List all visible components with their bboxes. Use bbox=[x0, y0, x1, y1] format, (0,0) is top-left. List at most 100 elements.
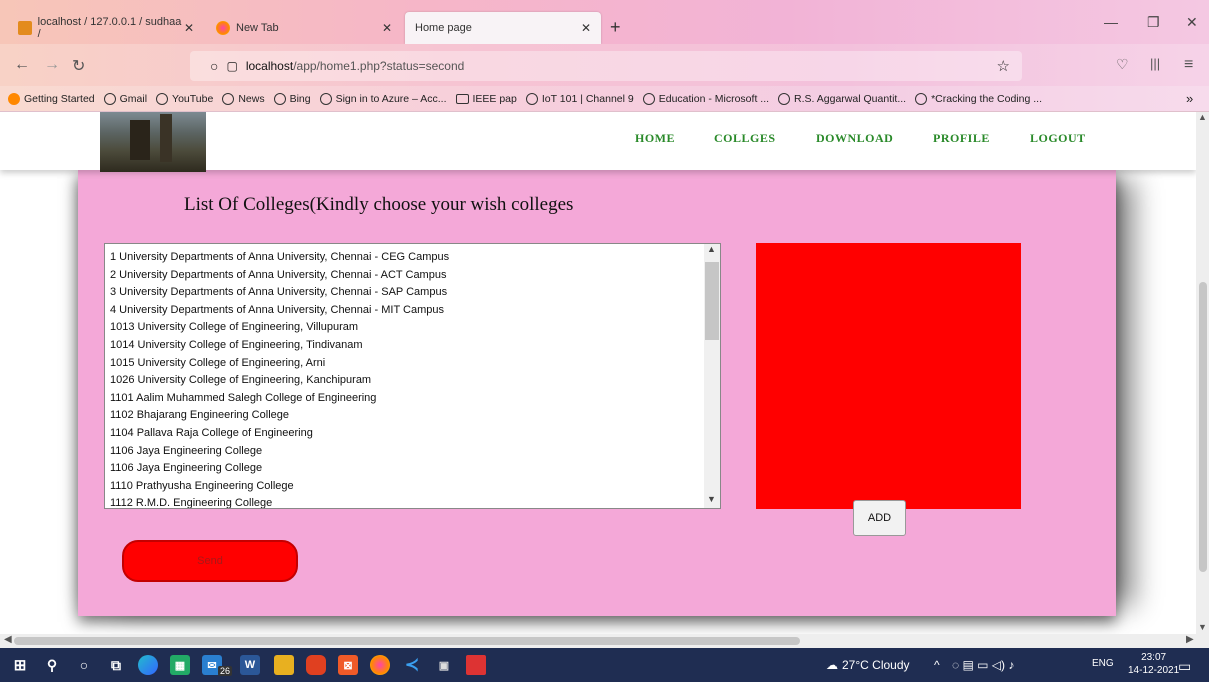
menu-profile[interactable]: PROFILE bbox=[933, 131, 990, 146]
back-icon[interactable]: ← bbox=[14, 56, 30, 74]
menu-logout[interactable]: LOGOUT bbox=[1030, 131, 1086, 146]
list-item[interactable]: 2 University Departments of Anna Univers… bbox=[110, 267, 705, 285]
tray-icons[interactable]: ◌ ▤ ▭ ◁) ♪ bbox=[952, 658, 1014, 672]
bookmarks-bar: Getting Started Gmail YouTube News Bing … bbox=[0, 86, 1209, 112]
page-viewport: HOME COLLGES DOWNLOAD PROFILE LOGOUT Lis… bbox=[0, 112, 1196, 634]
word-icon[interactable]: W bbox=[240, 655, 260, 675]
list-item[interactable]: 1110 Prathyusha Engineering College bbox=[110, 478, 705, 496]
weather-text[interactable]: 27°C Cloudy bbox=[842, 658, 910, 672]
tab-label: New Tab bbox=[236, 22, 279, 34]
chevron-right-icon[interactable]: » bbox=[1186, 91, 1193, 106]
restore-icon[interactable]: ❐ bbox=[1147, 14, 1160, 31]
brave-icon[interactable] bbox=[306, 655, 326, 675]
notification-icon[interactable]: ▭ bbox=[1178, 658, 1191, 675]
globe-icon bbox=[778, 92, 791, 105]
bookmark-education[interactable]: Education - Microsoft ... bbox=[642, 92, 769, 105]
list-item[interactable]: 1 University Departments of Anna Univers… bbox=[110, 249, 705, 267]
tab-home-page[interactable]: Home page ✕ bbox=[405, 12, 601, 44]
edge-icon[interactable] bbox=[138, 655, 158, 675]
close-icon[interactable]: ✕ bbox=[581, 21, 591, 35]
college-listbox[interactable]: 1 University Departments of Anna Univers… bbox=[104, 243, 721, 509]
site-header: HOME COLLGES DOWNLOAD PROFILE LOGOUT bbox=[0, 112, 1196, 172]
xampp-icon[interactable]: ⊠ bbox=[338, 655, 358, 675]
language-indicator[interactable]: ENG bbox=[1092, 658, 1114, 669]
bookmark-bing[interactable]: Bing bbox=[273, 92, 311, 105]
page-hscroll-thumb[interactable] bbox=[14, 637, 800, 645]
list-item[interactable]: 1102 Bhajarang Engineering College bbox=[110, 407, 705, 425]
bookmark-iot[interactable]: IoT 101 | Channel 9 bbox=[525, 92, 634, 105]
menu-icon[interactable]: ≡ bbox=[1184, 56, 1193, 74]
bookmark-getting-started[interactable]: Getting Started bbox=[8, 92, 95, 105]
minimize-icon[interactable]: — bbox=[1104, 14, 1118, 30]
library-icon[interactable]: ||| bbox=[1150, 56, 1160, 71]
menu-download[interactable]: DOWNLOAD bbox=[816, 131, 893, 146]
tab-label: localhost / 127.0.0.1 / sudhaa / bbox=[37, 16, 182, 40]
vscode-icon[interactable]: ≺ bbox=[402, 655, 422, 675]
store-icon[interactable]: ▦ bbox=[170, 655, 190, 675]
send-button[interactable]: Send bbox=[122, 540, 298, 582]
network-share-icon[interactable]: ▣ bbox=[434, 655, 454, 675]
window-close-icon[interactable]: ✕ bbox=[1186, 14, 1198, 31]
list-item[interactable]: 1013 University College of Engineering, … bbox=[110, 319, 705, 337]
chevron-up-icon[interactable]: ▲ bbox=[707, 244, 716, 254]
close-icon[interactable]: ✕ bbox=[382, 21, 392, 35]
selected-colleges-box bbox=[756, 243, 1021, 509]
page-horizontal-scrollbar[interactable]: ◀ ▶ bbox=[0, 634, 1209, 648]
cortana-icon[interactable]: ○ bbox=[74, 655, 94, 675]
clock[interactable]: 23:07 14-12-2021 bbox=[1128, 651, 1179, 677]
add-button[interactable]: ADD bbox=[853, 500, 906, 536]
new-tab-icon[interactable]: + bbox=[610, 17, 621, 38]
bookmark-cracking[interactable]: *Cracking the Coding ... bbox=[915, 92, 1042, 105]
list-item[interactable]: 4 University Departments of Anna Univers… bbox=[110, 302, 705, 320]
bookmark-azure[interactable]: Sign in to Azure – Acc... bbox=[319, 92, 447, 105]
tab-phpmyadmin[interactable]: localhost / 127.0.0.1 / sudhaa / ✕ bbox=[8, 13, 204, 43]
tab-new-tab[interactable]: New Tab ✕ bbox=[206, 13, 402, 43]
app-icon[interactable] bbox=[466, 655, 486, 675]
list-item[interactable]: 3 University Departments of Anna Univers… bbox=[110, 284, 705, 302]
bookmark-ieee[interactable]: IEEE pap bbox=[455, 93, 517, 105]
chevron-up-icon[interactable]: ▲ bbox=[1198, 112, 1207, 122]
bookmark-youtube[interactable]: YouTube bbox=[156, 92, 214, 105]
reload-icon[interactable]: ↻ bbox=[72, 56, 85, 76]
firefox-icon[interactable] bbox=[370, 655, 390, 675]
forward-icon[interactable]: → bbox=[44, 56, 60, 74]
bookmark-news[interactable]: News bbox=[222, 92, 265, 105]
pocket-icon[interactable]: ♡ bbox=[1116, 56, 1129, 73]
menu-colleges[interactable]: COLLGES bbox=[714, 131, 776, 146]
bookmark-aggarwal[interactable]: R.S. Aggarwal Quantit... bbox=[778, 92, 906, 105]
listbox-scroll-thumb[interactable] bbox=[705, 262, 719, 340]
bookmark-gmail[interactable]: Gmail bbox=[103, 92, 148, 105]
list-item[interactable]: 1104 Pallava Raja College of Engineering bbox=[110, 425, 705, 443]
folder-icon bbox=[455, 93, 469, 104]
list-item[interactable]: 1015 University College of Engineering, … bbox=[110, 355, 705, 373]
list-item[interactable]: 1101 Aalim Muhammed Salegh College of En… bbox=[110, 390, 705, 408]
page-vertical-scrollbar[interactable]: ▲ ▼ bbox=[1196, 112, 1209, 634]
college-list: 1 University Departments of Anna Univers… bbox=[105, 244, 705, 508]
search-icon[interactable]: ⚲ bbox=[42, 655, 62, 675]
star-icon[interactable]: ☆ bbox=[997, 57, 1010, 75]
page-scroll-thumb[interactable] bbox=[1199, 282, 1207, 572]
chevron-down-icon[interactable]: ▼ bbox=[707, 494, 716, 504]
mail-badge: 26 bbox=[218, 666, 233, 676]
bookmark-label: YouTube bbox=[172, 92, 214, 105]
bookmark-label: Getting Started bbox=[24, 92, 95, 105]
bookmark-label: Gmail bbox=[119, 92, 148, 105]
url-host: localhost bbox=[245, 59, 294, 73]
globe-icon bbox=[915, 92, 928, 105]
windows-start-icon[interactable]: ⊞ bbox=[10, 655, 30, 675]
close-icon[interactable]: ✕ bbox=[184, 21, 194, 35]
listbox-scrollbar[interactable]: ▲ ▼ bbox=[704, 244, 720, 508]
list-item[interactable]: 1106 Jaya Engineering College bbox=[110, 443, 705, 461]
list-item[interactable]: 1014 University College of Engineering, … bbox=[110, 337, 705, 355]
chevron-left-icon[interactable]: ◀ bbox=[4, 634, 12, 645]
chevron-right-icon[interactable]: ▶ bbox=[1186, 634, 1194, 645]
menu-home[interactable]: HOME bbox=[635, 131, 675, 146]
chevron-up-icon[interactable]: ^ bbox=[934, 658, 940, 672]
list-item[interactable]: 1106 Jaya Engineering College bbox=[110, 460, 705, 478]
task-view-icon[interactable]: ⧉ bbox=[106, 655, 126, 675]
list-item[interactable]: 1112 R.M.D. Engineering College bbox=[110, 495, 705, 508]
chevron-down-icon[interactable]: ▼ bbox=[1198, 622, 1207, 632]
file-explorer-icon[interactable] bbox=[274, 655, 294, 675]
list-item[interactable]: 1026 University College of Engineering, … bbox=[110, 372, 705, 390]
address-bar[interactable]: ○ ▢ localhost/app/home1.php?status=secon… bbox=[190, 51, 1022, 81]
